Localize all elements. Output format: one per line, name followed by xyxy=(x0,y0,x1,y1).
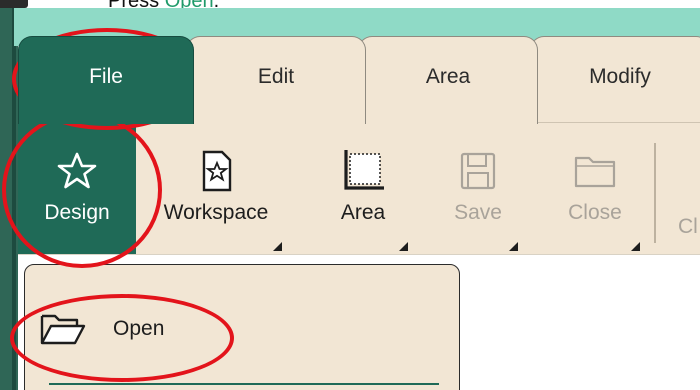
workspace-button[interactable]: Workspace xyxy=(140,123,292,255)
cut-off-button-label[interactable]: Cl xyxy=(678,215,698,239)
area-button[interactable]: Area xyxy=(308,123,418,255)
close-label: Close xyxy=(568,201,622,224)
app-window: Press Open. Modify Area Edit File Design… xyxy=(0,0,700,390)
ribbon-tabs: Modify Area Edit File xyxy=(18,36,700,124)
dropdown-arrow-icon[interactable] xyxy=(273,242,282,251)
dropdown-arrow-icon[interactable] xyxy=(399,242,408,251)
toolbar-separator xyxy=(654,143,656,243)
tab-edit-label: Edit xyxy=(257,64,295,88)
app-icon xyxy=(0,0,28,8)
workspace-label: Workspace xyxy=(163,201,269,224)
floppy-disk-icon xyxy=(454,149,502,193)
tab-file-label: File xyxy=(89,64,123,88)
tab-area-label: Area xyxy=(425,64,471,88)
tab-file[interactable]: File xyxy=(18,36,194,124)
tab-modify-label: Modify xyxy=(589,64,651,88)
menu-divider xyxy=(49,383,439,385)
dropdown-arrow-icon[interactable] xyxy=(509,242,518,251)
save-label: Save xyxy=(454,201,502,224)
tab-area[interactable]: Area xyxy=(358,36,538,124)
save-button[interactable]: Save xyxy=(428,123,528,255)
area-frame-icon xyxy=(339,149,387,193)
tab-modify[interactable]: Modify xyxy=(530,36,700,124)
area-label: Area xyxy=(340,201,386,224)
close-button[interactable]: Close xyxy=(540,123,650,255)
annotation-ring-design xyxy=(2,112,162,268)
annotation-ring-open xyxy=(10,294,234,382)
dropdown-arrow-icon[interactable] xyxy=(631,242,640,251)
star-document-icon xyxy=(192,149,240,193)
tab-edit[interactable]: Edit xyxy=(186,36,366,124)
folder-icon xyxy=(571,149,619,193)
